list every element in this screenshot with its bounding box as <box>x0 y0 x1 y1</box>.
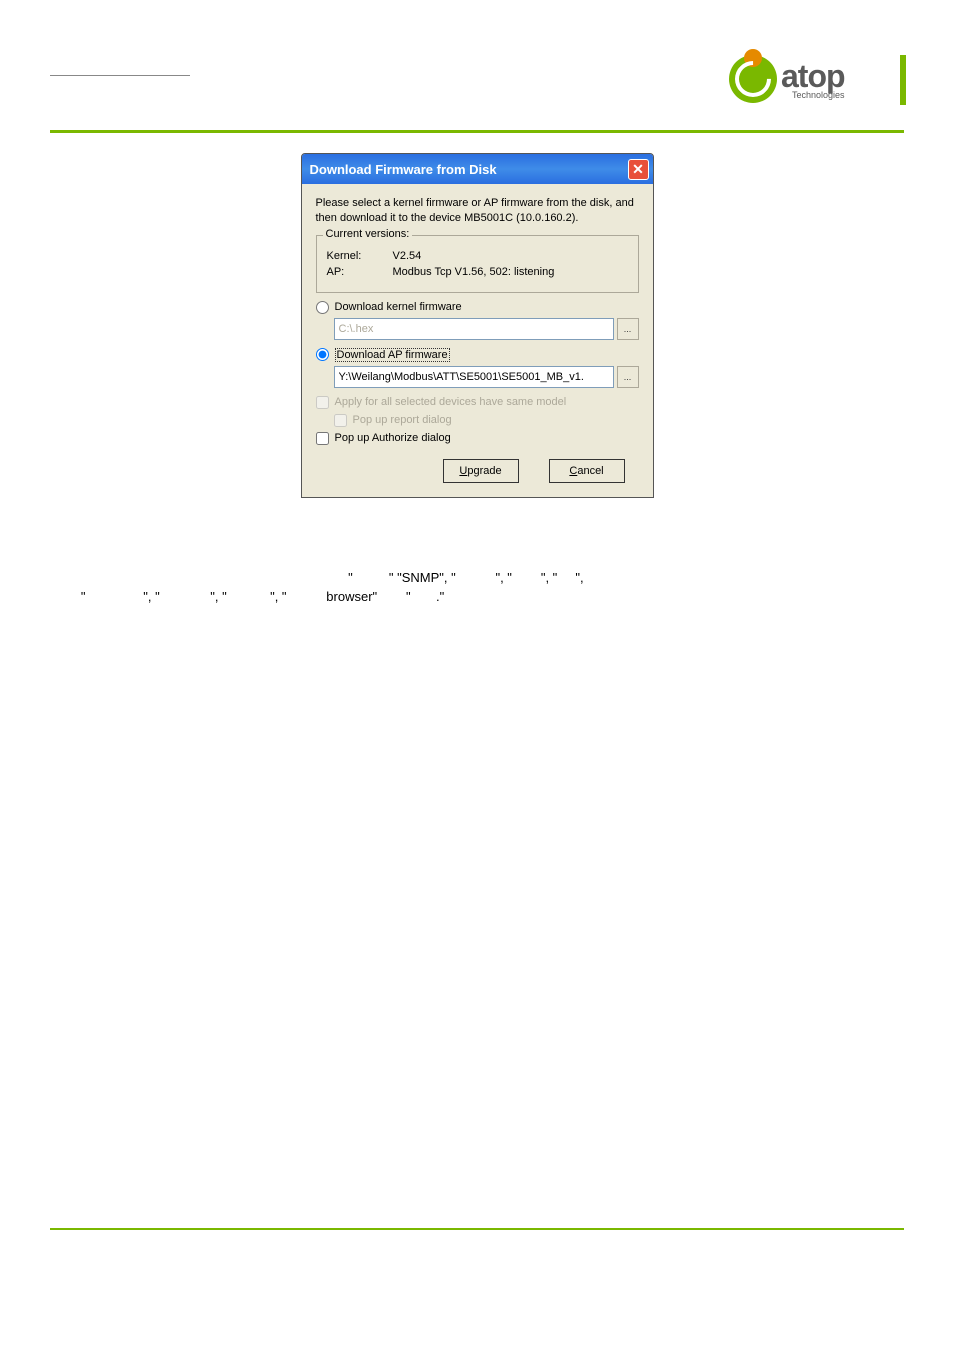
dialog-container: Download Firmware from Disk ✕ Please sel… <box>0 133 954 508</box>
popup-auth-row[interactable]: Pop up Authorize dialog <box>316 432 639 445</box>
popup-report-row: Pop up report dialog <box>334 414 639 427</box>
close-icon: ✕ <box>632 162 644 176</box>
radio-download-ap[interactable] <box>316 348 329 361</box>
cancel-button[interactable]: Cancel <box>549 459 625 483</box>
ap-path-input[interactable] <box>334 366 614 388</box>
page-header: atop Technologies <box>0 0 954 130</box>
dialog-buttons: Upgrade Cancel <box>316 459 639 483</box>
radio-download-kernel-row[interactable]: Download kernel firmware <box>316 301 639 314</box>
kernel-label: Kernel: <box>327 250 393 262</box>
ap-version: Modbus Tcp V1.56, 502: listening <box>393 266 628 278</box>
radio-download-ap-row[interactable]: Download AP firmware <box>316 348 639 362</box>
current-versions-legend: Current versions: <box>323 228 413 240</box>
logo: atop Technologies <box>729 55 894 103</box>
header-underline <box>50 75 190 76</box>
logo-accent-bar <box>900 55 906 105</box>
download-firmware-dialog: Download Firmware from Disk ✕ Please sel… <box>301 153 654 498</box>
logo-mark-icon <box>729 55 777 103</box>
radio-download-kernel[interactable] <box>316 301 329 314</box>
dialog-titlebar: Download Firmware from Disk ✕ <box>302 154 653 184</box>
page-body-text: " " "SNMP", " ", " ", " ", " ", " ", " "… <box>0 508 954 607</box>
radio-download-kernel-label: Download kernel firmware <box>335 301 462 313</box>
apply-all-label: Apply for all selected devices have same… <box>335 396 567 408</box>
dialog-instructions: Please select a kernel firmware or AP fi… <box>316 196 639 227</box>
kernel-path-input <box>334 318 614 340</box>
popup-auth-checkbox[interactable] <box>316 432 329 445</box>
close-button[interactable]: ✕ <box>628 159 649 180</box>
upgrade-button[interactable]: Upgrade <box>443 459 519 483</box>
bottom-divider <box>50 1228 904 1230</box>
ap-browse-button[interactable]: ... <box>617 366 639 388</box>
popup-report-label: Pop up report dialog <box>353 414 452 426</box>
apply-all-checkbox <box>316 396 329 409</box>
popup-auth-label: Pop up Authorize dialog <box>335 432 451 444</box>
kernel-version: V2.54 <box>393 250 628 262</box>
dialog-title: Download Firmware from Disk <box>310 162 497 177</box>
dialog-body: Please select a kernel firmware or AP fi… <box>302 184 653 497</box>
kernel-browse-button[interactable]: ... <box>617 318 639 340</box>
current-versions-group: Current versions: Kernel: V2.54 AP: Modb… <box>316 235 639 293</box>
radio-download-ap-label: Download AP firmware <box>335 348 450 362</box>
popup-report-checkbox <box>334 414 347 427</box>
apply-all-row: Apply for all selected devices have same… <box>316 396 639 409</box>
ap-label: AP: <box>327 266 393 278</box>
